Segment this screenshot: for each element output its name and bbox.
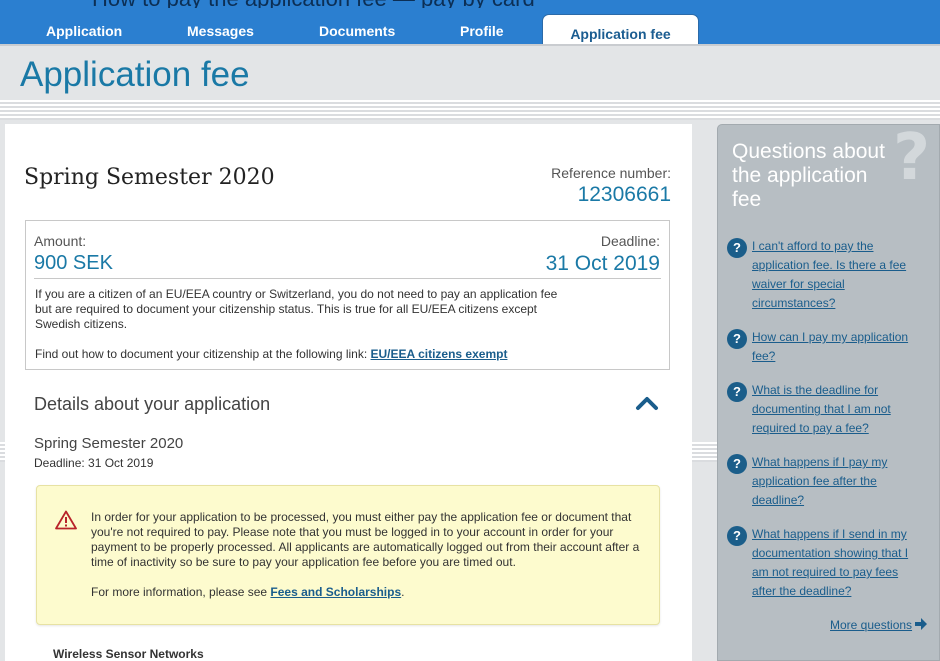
question-mark-icon: ? <box>893 121 931 195</box>
faq-link-documentation-deadline[interactable]: What is the deadline for documenting tha… <box>752 381 917 438</box>
more-questions-link[interactable]: More questions <box>830 618 912 632</box>
page-title: Application fee <box>20 55 250 94</box>
details-section-title: Details about your application <box>34 394 271 414</box>
semester-title: Spring Semester 2020 <box>24 165 275 190</box>
more-info-line: For more information, please see Fees an… <box>91 585 404 599</box>
question-circle-icon: ? <box>727 238 747 258</box>
citizenship-link-line: Find out how to document your citizenshi… <box>35 347 507 361</box>
tab-underline <box>0 44 940 46</box>
course-name: Wireless Sensor Networks <box>53 647 204 661</box>
question-circle-icon: ? <box>727 382 747 402</box>
amount-value: 900 SEK <box>34 252 113 274</box>
tab-profile[interactable]: Profile <box>460 23 504 39</box>
faq-link-how-to-pay[interactable]: How can I pay my application fee? <box>752 328 917 366</box>
question-circle-icon: ? <box>727 454 747 474</box>
clipped-header-text: How to pay the application fee — pay by … <box>92 0 535 8</box>
more-info-suffix: . <box>401 585 405 599</box>
tab-messages[interactable]: Messages <box>187 23 254 39</box>
details-deadline: Deadline: 31 Oct 2019 <box>34 456 154 470</box>
deadline-value: 31 Oct 2019 <box>545 252 660 275</box>
citizenship-link-prefix: Find out how to document your citizenshi… <box>35 347 371 361</box>
tab-application[interactable]: Application <box>46 23 122 39</box>
eu-eea-info-text: If you are a citizen of an EU/EEA countr… <box>35 287 558 331</box>
warning-text: In order for your application to be proc… <box>91 510 640 569</box>
arrow-right-icon[interactable] <box>914 617 928 631</box>
faq-link-late-payment[interactable]: What happens if I pay my application fee… <box>752 453 917 510</box>
question-circle-icon: ? <box>727 329 747 349</box>
reference-label: Reference number: <box>551 165 671 181</box>
fee-divider <box>34 278 661 279</box>
more-info-prefix: For more information, please see <box>91 585 271 599</box>
details-semester: Spring Semester 2020 <box>34 435 184 452</box>
eu-eea-exempt-link[interactable]: EU/EEA citizens exempt <box>371 347 508 361</box>
clipped-header: How to pay the application fee — pay by … <box>0 0 940 8</box>
fees-and-scholarships-link[interactable]: Fees and Scholarships <box>270 585 401 599</box>
amount-label: Amount: <box>34 233 87 249</box>
sidebar-title: Questions about the application fee <box>732 140 885 211</box>
warning-triangle-icon <box>55 510 77 530</box>
tab-application-fee[interactable]: Application fee <box>542 14 699 46</box>
question-circle-icon: ? <box>727 526 747 546</box>
chevron-up-icon[interactable] <box>635 393 659 413</box>
faq-link-fee-waiver[interactable]: I can't afford to pay the application fe… <box>752 237 917 313</box>
tab-documents[interactable]: Documents <box>319 23 395 39</box>
deadline-label: Deadline: <box>600 233 660 249</box>
decorative-stripes-top <box>0 100 940 120</box>
reference-number: 12306661 <box>577 183 671 206</box>
faq-link-late-documentation[interactable]: What happens if I send in my documentati… <box>752 525 917 601</box>
